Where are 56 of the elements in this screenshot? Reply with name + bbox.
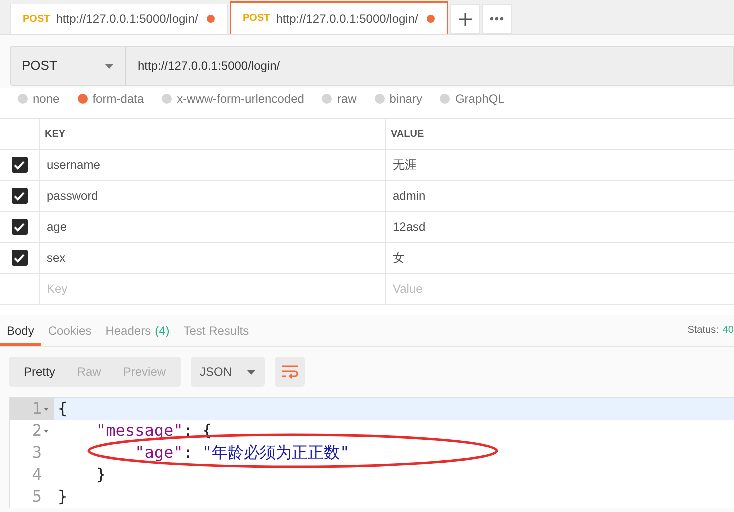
new-tab-button[interactable]	[450, 4, 480, 34]
code-line: }	[96, 464, 106, 486]
more-button[interactable]	[482, 4, 512, 34]
check-icon	[14, 222, 25, 232]
request-tab[interactable]: POST http://127.0.0.1:5000/login/	[230, 1, 448, 34]
status-code: 40	[722, 324, 734, 338]
body-type-radio[interactable]: x-www-form-urlencoded	[162, 90, 304, 108]
table-cell-text: admin	[392, 188, 427, 205]
request-tab[interactable]: POST http://127.0.0.1:5000/login/	[10, 4, 228, 34]
table-cell: username	[40, 150, 386, 180]
fold-arrow-icon[interactable]	[44, 408, 49, 410]
method-label: POST	[243, 12, 270, 26]
status-label: Status:	[688, 324, 719, 338]
column-header: KEY	[40, 119, 386, 149]
body-type-radio[interactable]: none	[18, 90, 60, 108]
check-icon	[14, 192, 25, 200]
check-icon	[14, 254, 25, 262]
wrap-lines-icon	[282, 365, 298, 379]
body-type-radio[interactable]: raw	[322, 90, 357, 108]
body-type-radio[interactable]: form-data	[78, 90, 144, 108]
view-option[interactable]: Pretty	[13, 357, 66, 387]
response-tab[interactable]: Test Results	[176, 316, 256, 346]
table-cell-text: 无涯	[392, 157, 418, 174]
table-cell: sex	[40, 243, 386, 273]
checkbox[interactable]	[12, 188, 28, 204]
response-tab[interactable]: Cookies	[41, 316, 99, 346]
column-header: VALUE	[390, 128, 426, 142]
fold-arrow-icon[interactable]	[44, 430, 49, 432]
more-icon	[490, 17, 504, 21]
method-label: POST	[23, 12, 50, 26]
table-cell-text: 女	[392, 250, 406, 267]
plus-icon	[458, 12, 472, 26]
line-number: 3	[32, 442, 42, 464]
code-line: "age": "年龄必须为正正数"	[134, 442, 350, 464]
body-type-radio[interactable]: binary	[374, 90, 422, 108]
response-tab[interactable]: Headers (4)	[98, 316, 177, 346]
check-icon	[14, 160, 25, 170]
code-line: {	[57, 398, 68, 420]
line-number: 1	[32, 398, 42, 420]
code-line: }	[57, 486, 68, 508]
body-type-radio[interactable]: GraphQL	[440, 90, 505, 108]
caret-icon	[247, 370, 256, 374]
format-select[interactable]: JSON	[191, 357, 266, 387]
table-cell: password	[40, 181, 386, 211]
line-number: 5	[32, 486, 42, 508]
tab-url: http://127.0.0.1:5000/login/	[56, 11, 200, 28]
line-number: 2	[32, 420, 42, 442]
table-cell: age	[40, 212, 386, 242]
wrap-button[interactable]	[275, 357, 306, 387]
table-cell-text: 12asd	[392, 219, 427, 236]
response-tab[interactable]: Body	[0, 316, 42, 346]
checkbox[interactable]	[12, 250, 28, 266]
checkbox[interactable]	[12, 219, 28, 235]
checkbox[interactable]	[12, 157, 28, 173]
line-number: 4	[32, 464, 42, 486]
tab-url: http://127.0.0.1:5000/login/	[276, 10, 420, 28]
